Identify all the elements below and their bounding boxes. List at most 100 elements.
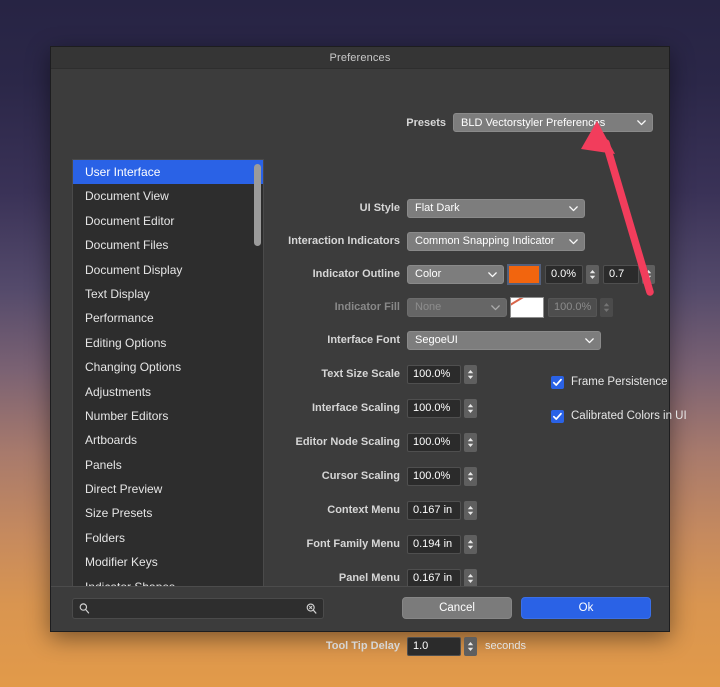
- checkbox-label: Calibrated Colors in UI: [571, 410, 687, 422]
- sidebar-item-document-display[interactable]: Document Display: [73, 258, 263, 282]
- editor-node-scaling-field[interactable]: 100.0%: [407, 433, 461, 452]
- font-family-menu-label: Font Family Menu: [287, 538, 407, 550]
- text-size-scale-field[interactable]: 100.0%: [407, 365, 461, 384]
- search-input[interactable]: [91, 603, 305, 615]
- font-family-menu-stepper[interactable]: [464, 535, 477, 554]
- stepper-arrows-icon: [588, 268, 597, 281]
- font-family-menu-field[interactable]: 0.194 in: [407, 535, 461, 554]
- sidebar-item-adjustments[interactable]: Adjustments: [73, 380, 263, 404]
- stepper-arrows-icon: [466, 572, 475, 585]
- window-body: Presets BLD Vectorstyler Preferences Use…: [51, 69, 669, 586]
- checkbox-calibrated-colors-in-ui[interactable]: [551, 410, 564, 423]
- window-footer: Cancel Ok: [51, 586, 669, 631]
- sidebar-scrollbar-thumb[interactable]: [254, 164, 261, 246]
- sidebar-item-modifier-keys[interactable]: Modifier Keys: [73, 550, 263, 574]
- text-size-scale-stepper[interactable]: [464, 365, 477, 384]
- checkmark-icon: [552, 411, 563, 422]
- interaction-indicators-label: Interaction Indicators: [287, 235, 407, 247]
- cancel-button[interactable]: Cancel: [402, 597, 512, 619]
- cursor-scaling-stepper[interactable]: [464, 467, 477, 486]
- sidebar-scrollbar[interactable]: [254, 162, 261, 610]
- interaction-indicators-dropdown[interactable]: Common Snapping Indicator: [407, 232, 585, 251]
- interface-font-label: Interface Font: [287, 334, 407, 346]
- indicator-fill-opacity-field[interactable]: 100.0%: [548, 298, 597, 317]
- interface-scaling-field[interactable]: 100.0%: [407, 399, 461, 418]
- context-menu-field[interactable]: 0.167 in: [407, 501, 461, 520]
- ok-button[interactable]: Ok: [521, 597, 651, 619]
- cursor-scaling-label: Cursor Scaling: [287, 470, 407, 482]
- presets-dropdown[interactable]: BLD Vectorstyler Preferences: [453, 113, 653, 132]
- indicator-outline-color-swatch[interactable]: [507, 264, 541, 285]
- checkbox-row[interactable]: Frame Persistence: [551, 371, 720, 393]
- category-list[interactable]: User InterfaceDocument ViewDocument Edit…: [73, 160, 263, 611]
- panel-menu-field[interactable]: 0.167 in: [407, 569, 461, 588]
- sidebar-item-changing-options[interactable]: Changing Options: [73, 355, 263, 379]
- ui-style-label: UI Style: [287, 202, 407, 214]
- indicator-fill-none-swatch[interactable]: [510, 297, 544, 318]
- sidebar-item-folders[interactable]: Folders: [73, 526, 263, 550]
- sidebar-item-editing-options[interactable]: Editing Options: [73, 331, 263, 355]
- preferences-window: Preferences Presets BLD Vectorstyler Pre…: [50, 46, 670, 632]
- stepper-arrows-icon: [466, 436, 475, 449]
- sidebar-item-document-view[interactable]: Document View: [73, 184, 263, 208]
- sidebar-item-direct-preview[interactable]: Direct Preview: [73, 477, 263, 501]
- checkbox-label: Frame Persistence: [571, 376, 668, 388]
- row-cursor-scaling: Cursor Scaling 100.0%: [287, 465, 655, 487]
- checkbox-column: Frame Persistence Calibrated Colors in UI: [551, 371, 720, 439]
- panel-menu-label: Panel Menu: [287, 572, 407, 584]
- indicator-outline-width-field[interactable]: 0.7: [603, 265, 639, 284]
- stepper-arrows-icon: [466, 504, 475, 517]
- row-interaction-indicators: Interaction Indicators Common Snapping I…: [287, 230, 655, 252]
- chevron-down-icon: [583, 334, 596, 347]
- indicator-outline-value: Color: [415, 268, 482, 280]
- checkbox-row[interactable]: Calibrated Colors in UI: [551, 405, 720, 427]
- panel-menu-stepper[interactable]: [464, 569, 477, 588]
- interaction-indicators-value: Common Snapping Indicator: [415, 235, 563, 247]
- indicator-outline-opacity-stepper[interactable]: [586, 265, 599, 284]
- sidebar-item-text-display[interactable]: Text Display: [73, 282, 263, 306]
- sidebar-item-size-presets[interactable]: Size Presets: [73, 501, 263, 525]
- indicator-fill-opacity-stepper[interactable]: [600, 298, 613, 317]
- indicator-outline-opacity-field[interactable]: 0.0%: [545, 265, 583, 284]
- editor-node-scaling-stepper[interactable]: [464, 433, 477, 452]
- sidebar-item-number-editors[interactable]: Number Editors: [73, 404, 263, 428]
- row-tool-tip-delay: Tool Tip Delay 1.0 seconds: [287, 635, 655, 657]
- cursor-scaling-field[interactable]: 100.0%: [407, 467, 461, 486]
- presets-row: Presets BLD Vectorstyler Preferences: [406, 113, 653, 132]
- category-sidebar[interactable]: User InterfaceDocument ViewDocument Edit…: [72, 159, 264, 611]
- sidebar-item-panels[interactable]: Panels: [73, 453, 263, 477]
- sidebar-item-user-interface[interactable]: User Interface: [73, 160, 263, 184]
- interface-font-dropdown[interactable]: SegoeUI: [407, 331, 601, 350]
- text-size-scale-label: Text Size Scale: [287, 368, 407, 380]
- context-menu-stepper[interactable]: [464, 501, 477, 520]
- sidebar-item-performance[interactable]: Performance: [73, 306, 263, 330]
- search-field-wrapper[interactable]: [72, 598, 324, 619]
- editor-node-scaling-label: Editor Node Scaling: [287, 436, 407, 448]
- ui-style-dropdown[interactable]: Flat Dark: [407, 199, 585, 218]
- row-interface-font: Interface Font SegoeUI: [287, 329, 655, 351]
- indicator-outline-dropdown[interactable]: Color: [407, 265, 504, 284]
- stepper-arrows-icon: [466, 470, 475, 483]
- context-menu-label: Context Menu: [287, 504, 407, 516]
- tool-tip-delay-field[interactable]: 1.0: [407, 637, 461, 656]
- sidebar-item-artboards[interactable]: Artboards: [73, 428, 263, 452]
- row-ui-style: UI Style Flat Dark: [287, 197, 655, 219]
- indicator-fill-dropdown[interactable]: None: [407, 298, 507, 317]
- sidebar-item-document-editor[interactable]: Document Editor: [73, 209, 263, 233]
- search-clear-icon[interactable]: [305, 602, 318, 615]
- indicator-outline-width-stepper[interactable]: [642, 265, 655, 284]
- indicator-outline-label: Indicator Outline: [287, 268, 407, 280]
- interface-scaling-stepper[interactable]: [464, 399, 477, 418]
- stepper-arrows-icon: [602, 301, 611, 314]
- checkbox-frame-persistence[interactable]: [551, 376, 564, 389]
- stepper-arrows-icon: [466, 368, 475, 381]
- sidebar-item-document-files[interactable]: Document Files: [73, 233, 263, 257]
- tool-tip-delay-stepper[interactable]: [464, 637, 477, 656]
- row-font-family-menu: Font Family Menu 0.194 in: [287, 533, 655, 555]
- row-indicator-fill: Indicator Fill None 100.0%: [287, 296, 655, 318]
- window-titlebar[interactable]: Preferences: [51, 47, 669, 69]
- window-title: Preferences: [330, 52, 391, 64]
- interface-font-value: SegoeUI: [415, 334, 579, 346]
- presets-value: BLD Vectorstyler Preferences: [461, 117, 631, 129]
- chevron-down-icon: [567, 235, 580, 248]
